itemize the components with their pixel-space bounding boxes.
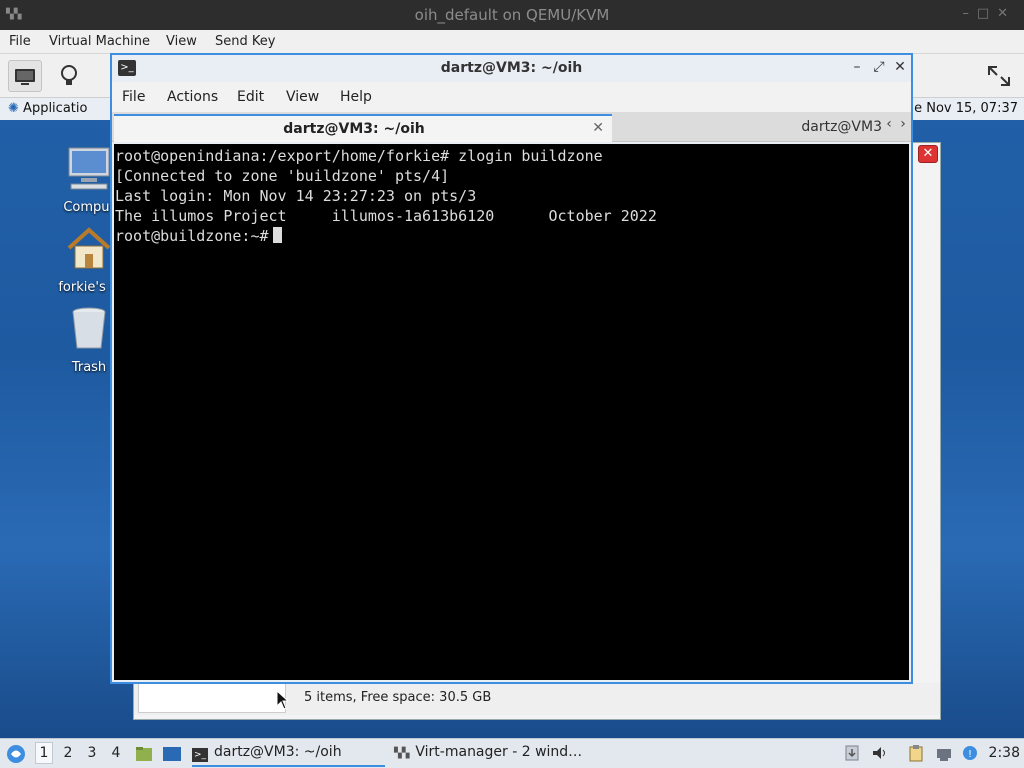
qemu-menu-view[interactable]: View <box>166 34 197 49</box>
applications-menu[interactable]: ✺ Applicatio <box>8 101 87 116</box>
terminal-menu-file[interactable]: File <box>122 89 145 105</box>
volume-icon[interactable] <box>871 744 889 762</box>
workspace-3[interactable]: 3 <box>83 745 101 761</box>
terminal-title: dartz@VM3: ~/oih <box>440 60 583 76</box>
terminal-line: Last login: Mon Nov 14 23:27:23 on pts/3 <box>115 187 477 205</box>
tab-label: dartz@VM3: ~/oih <box>283 121 425 137</box>
task-label: dartz@VM3: ~/oih <box>214 744 342 760</box>
terminal-output[interactable]: root@openindiana:/export/home/forkie# zl… <box>114 144 909 680</box>
taskbar-clock: 2:38 <box>988 745 1020 761</box>
terminal-line: root@openindiana:/export/home/forkie# zl… <box>115 147 603 165</box>
taskbar-task-virt-manager[interactable]: ▚▚ Virt-manager - 2 wind… <box>394 739 584 767</box>
terminal-cursor <box>272 227 282 243</box>
file-manager-close-button[interactable]: ✕ <box>918 145 938 163</box>
terminal-tabbar: dartz@VM3: ~/oih ✕ dartz@VM3 ‹ › <box>112 112 911 142</box>
notification-icon[interactable]: ! <box>961 744 979 762</box>
details-button[interactable] <box>52 60 86 92</box>
lightbulb-icon <box>61 65 77 85</box>
openindiana-logo-icon: ✺ <box>8 101 19 116</box>
fullscreen-icon <box>988 66 1010 86</box>
tab-close-icon[interactable]: ✕ <box>592 120 604 136</box>
console-view-button[interactable] <box>8 60 42 92</box>
terminal-prompt-line: root@buildzone:~# <box>115 226 909 246</box>
mouse-pointer-icon <box>276 690 288 710</box>
terminal-window: >_ dartz@VM3: ~/oih – ⤢ ✕ File Actions E… <box>110 53 913 684</box>
updates-icon[interactable] <box>843 744 861 762</box>
qemu-window-title: oih_default on QEMU/KVM <box>414 6 610 24</box>
terminal-menubar: File Actions Edit View Help <box>112 82 911 112</box>
qemu-menu-file[interactable]: File <box>9 34 31 49</box>
home-icon <box>67 227 111 269</box>
guest-clock: ue Nov 15, 07:37 <box>905 101 1018 116</box>
terminal-menu-actions[interactable]: Actions <box>167 89 218 105</box>
clipboard-icon[interactable] <box>907 744 925 762</box>
guest-taskbar: 1 2 3 4 >_ dartz@VM3: ~/oih ▚▚ Virt-manage… <box>0 738 1024 768</box>
terminal-titlebar: >_ dartz@VM3: ~/oih – ⤢ ✕ <box>112 55 911 82</box>
file-manager-sidepane-bottom <box>138 683 286 713</box>
network-icon[interactable] <box>935 744 953 762</box>
qemu-menu-send-key[interactable]: Send Key <box>215 34 275 49</box>
file-manager-statusbar: 5 items, Free space: 30.5 GB <box>134 683 940 715</box>
terminal-line: The illumos Project illumos-1a613b6120 O… <box>115 207 657 225</box>
start-menu-icon[interactable] <box>6 744 26 764</box>
qemu-menubar: File Virtual Machine View Send Key <box>0 30 1024 54</box>
svg-text:!: ! <box>968 749 972 760</box>
fullscreen-button[interactable] <box>982 60 1016 92</box>
workspace-2[interactable]: 2 <box>59 745 77 761</box>
terminal-icon: >_ <box>192 748 208 762</box>
computer-icon <box>68 147 110 190</box>
qemu-window-controls[interactable]: –□✕ <box>962 6 1016 21</box>
trash-icon <box>72 307 106 349</box>
terminal-menu-edit[interactable]: Edit <box>237 89 264 105</box>
workspace-4[interactable]: 4 <box>107 745 125 761</box>
qemu-menu-virtual-machine[interactable]: Virtual Machine <box>49 34 150 49</box>
tab-scroll-left-icon[interactable]: ‹ <box>883 116 895 132</box>
file-manager-launcher-icon[interactable] <box>134 744 154 764</box>
close-icon[interactable]: ✕ <box>892 59 908 75</box>
terminal-menu-view[interactable]: View <box>286 89 319 105</box>
workspace-1[interactable]: 1 <box>35 742 53 764</box>
file-manager-status-text: 5 items, Free space: 30.5 GB <box>304 690 492 705</box>
tab-scroll-right-icon[interactable]: › <box>897 116 909 132</box>
terminal-line: [Connected to zone 'buildzone' pts/4] <box>115 167 450 185</box>
monitor-icon <box>15 69 35 85</box>
terminal-prompt: root@buildzone:~# <box>115 227 269 245</box>
tab-label: dartz@VM3 <box>801 119 882 135</box>
maximize-icon[interactable]: ⤢ <box>871 59 887 75</box>
terminal-tab-active[interactable]: dartz@VM3: ~/oih ✕ <box>114 114 612 142</box>
terminal-menu-help[interactable]: Help <box>340 89 372 105</box>
qemu-titlebar: ▚▚ oih_default on QEMU/KVM –□✕ <box>0 0 1024 30</box>
task-label: Virt-manager - 2 wind… <box>415 744 583 760</box>
taskbar-task-terminal[interactable]: >_ dartz@VM3: ~/oih <box>192 739 385 767</box>
virt-manager-icon: ▚▚ <box>394 748 410 759</box>
minimize-icon[interactable]: – <box>849 59 865 75</box>
terminal-tab-inactive[interactable]: dartz@VM3 <box>614 114 882 142</box>
show-desktop-icon[interactable] <box>162 744 182 764</box>
